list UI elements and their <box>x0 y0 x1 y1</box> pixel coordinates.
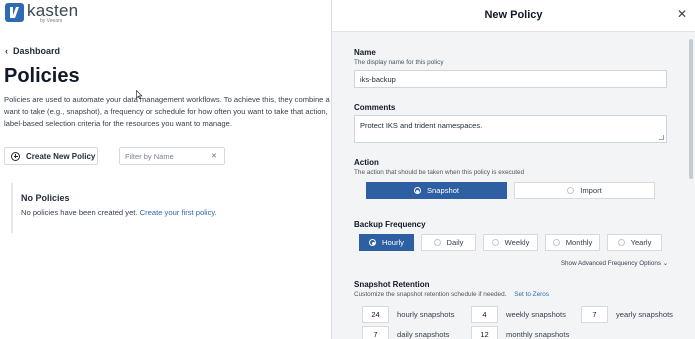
yearly-retention-label: yearly snapshots <box>616 310 673 319</box>
brand-sub: by Veeam <box>40 18 63 24</box>
frequency-option-yearly[interactable]: Yearly <box>607 234 662 251</box>
name-help: The display name for this policy <box>354 59 444 66</box>
clear-filter-icon[interactable]: ✕ <box>211 152 217 160</box>
panel-title: New Policy <box>484 9 543 21</box>
empty-title: No Policies <box>21 193 70 203</box>
breadcrumb-dashboard: Dashboard <box>13 46 61 56</box>
comments-textarea[interactable]: Protect IKS and trident namespaces. <box>354 115 667 143</box>
hourly-retention-input[interactable]: 24 <box>362 306 389 323</box>
new-policy-panel: New Policy ✕ Name The display name for t… <box>331 0 695 339</box>
monthly-retention-input[interactable]: 12 <box>471 326 498 339</box>
weekly-retention-label: weekly snapshots <box>506 310 566 319</box>
frequency-option-label: Daily <box>446 238 464 247</box>
frequency-option-monthly[interactable]: Monthly <box>545 234 600 251</box>
resize-handle-icon[interactable] <box>659 135 664 140</box>
comments-label: Comments <box>354 103 396 112</box>
frequency-option-daily[interactable]: Daily <box>421 234 476 251</box>
create-new-policy-button[interactable]: Create New Policy <box>4 147 98 165</box>
policies-page: kasten by Veeam ‹ Dashboard Policies Pol… <box>0 0 331 339</box>
frequency-option-label: Monthly <box>565 238 593 247</box>
page-title: Policies <box>4 65 80 87</box>
frequency-option-weekly[interactable]: Weekly <box>483 234 538 251</box>
frequency-section: Backup Frequency <box>354 220 684 229</box>
empty-text: No policies have been created yet. Creat… <box>21 208 331 217</box>
monthly-retention-label: monthly snapshots <box>506 330 570 339</box>
action-option-import[interactable]: Import <box>514 182 655 199</box>
radio-selected-icon <box>369 239 377 246</box>
close-icon[interactable]: ✕ <box>677 8 687 20</box>
radio-icon <box>617 239 625 246</box>
retention-help: Customize the snapshot retention schedul… <box>354 291 684 298</box>
action-section: Action The action that should be taken w… <box>354 158 684 176</box>
retention-help-text: Customize the snapshot retention schedul… <box>354 291 507 298</box>
set-to-zeros-link[interactable]: Set to Zeros <box>514 291 549 298</box>
action-help: The action that should be taken when thi… <box>354 169 525 176</box>
weekly-retention-input[interactable]: 4 <box>471 306 498 323</box>
chevron-left-icon: ‹ <box>5 46 8 56</box>
action-label: Action <box>354 158 379 167</box>
plus-circle-icon <box>11 151 20 161</box>
frequency-option-label: Hourly <box>382 238 404 247</box>
kasten-logo-icon <box>5 3 24 22</box>
radio-icon <box>567 187 575 194</box>
page-description: Policies are used to automate your data … <box>4 95 330 128</box>
radio-icon <box>433 239 441 246</box>
frequency-option-label: Yearly <box>630 238 652 247</box>
scrollbar[interactable] <box>689 39 693 179</box>
retention-label: Snapshot Retention <box>354 280 430 289</box>
hourly-retention-label: hourly snapshots <box>397 310 455 319</box>
radio-icon <box>491 239 499 246</box>
empty-message: No policies have been created yet. <box>21 208 138 217</box>
filter-field: ✕ <box>119 147 225 165</box>
action-option-snapshot[interactable]: Snapshot <box>366 182 507 199</box>
comments-section: Comments <box>354 103 684 112</box>
filter-input[interactable] <box>125 151 211 161</box>
name-section: Name The display name for this policy <box>354 48 684 66</box>
action-option-label: Snapshot <box>426 186 460 195</box>
show-advanced-frequency-link[interactable]: Show Advanced Frequency Options ⌄ <box>561 260 668 267</box>
create-first-policy-link[interactable]: Create your first policy. <box>140 208 217 217</box>
daily-retention-input[interactable]: 7 <box>362 326 389 339</box>
empty-state: No Policies No policies have been create… <box>11 183 331 233</box>
name-label: Name <box>354 48 376 57</box>
name-input[interactable]: iks-backup <box>354 70 667 88</box>
frequency-label: Backup Frequency <box>354 220 426 229</box>
retention-section: Snapshot Retention Customize the snapsho… <box>354 280 684 298</box>
yearly-retention-input[interactable]: 7 <box>581 306 608 323</box>
frequency-option-hourly[interactable]: Hourly <box>359 234 414 251</box>
panel-header: New Policy ✕ <box>332 0 695 32</box>
radio-icon <box>552 239 560 246</box>
action-option-label: Import <box>580 186 602 195</box>
radio-selected-icon <box>413 187 421 194</box>
comments-value: Protect IKS and trident namespaces. <box>360 121 483 130</box>
frequency-option-label: Weekly <box>504 238 530 247</box>
create-new-policy-label: Create New Policy <box>26 151 96 161</box>
daily-retention-label: daily snapshots <box>397 330 450 339</box>
breadcrumb[interactable]: ‹ Dashboard <box>5 46 60 56</box>
mouse-cursor-icon <box>136 90 143 99</box>
brand-name: kasten <box>27 1 79 20</box>
